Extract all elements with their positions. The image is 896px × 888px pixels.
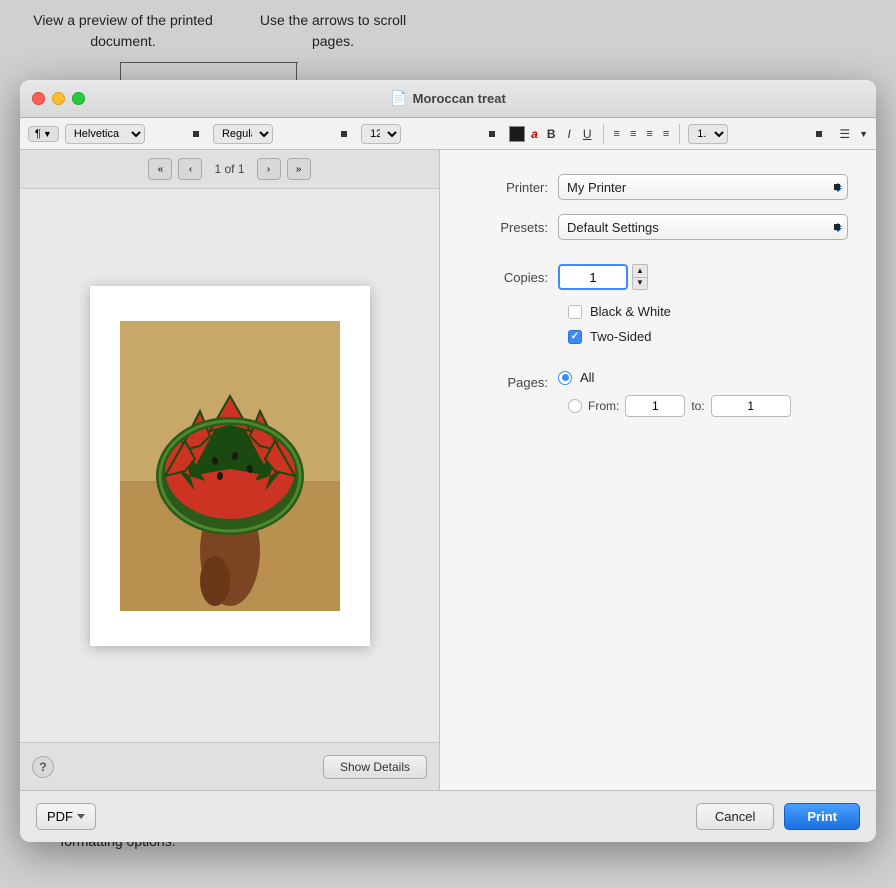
pages-label: Pages: — [468, 375, 558, 390]
minimize-button[interactable] — [52, 92, 65, 105]
printer-row: Printer: My Printer — [468, 174, 848, 200]
pages-from-input[interactable] — [625, 395, 685, 417]
presets-label: Presets: — [468, 220, 558, 235]
pages-from-radio[interactable] — [568, 399, 582, 413]
main-content: « ‹ 1 of 1 › » — [20, 150, 876, 790]
page-nav: « ‹ 1 of 1 › » — [20, 150, 439, 189]
spacer-1 — [468, 254, 848, 264]
pages-row: Pages: All — [468, 370, 848, 395]
pdf-button[interactable]: PDF — [36, 803, 96, 830]
callout-line-preview-h — [120, 62, 240, 63]
copies-decrement-btn[interactable]: ▼ — [632, 277, 648, 291]
close-button[interactable] — [32, 92, 45, 105]
print-dialog-window: 📄 Moroccan treat ¶ ▼ Helvetica Regular 1… — [20, 80, 876, 842]
options-panel: Printer: My Printer Presets: Default S — [440, 150, 876, 790]
font-color-indicator: a — [531, 127, 538, 141]
copies-wrapper: ▲ ▼ — [558, 264, 648, 290]
annotation-preview: View a preview of the printed document. — [28, 10, 218, 52]
font-family-wrapper: Helvetica — [65, 124, 207, 144]
black-white-label: Black & White — [590, 304, 671, 319]
window-title: 📄 Moroccan treat — [390, 90, 506, 107]
bold-btn[interactable]: B — [544, 127, 559, 141]
toolbar-sep-1 — [603, 124, 604, 144]
printer-select-wrapper: My Printer — [558, 174, 848, 200]
font-style-wrapper: Regular — [213, 124, 355, 144]
pages-to-input[interactable] — [711, 395, 791, 417]
copies-row: Copies: ▲ ▼ — [468, 264, 848, 290]
font-family-select[interactable]: Helvetica — [65, 124, 145, 144]
pages-section: Pages: All From: to: — [468, 370, 848, 417]
traffic-lights — [32, 92, 85, 105]
preview-area — [20, 189, 439, 742]
preview-bottom-bar: ? Show Details — [20, 742, 439, 790]
pages-all-radio[interactable] — [558, 371, 572, 385]
page-indicator: 1 of 1 — [214, 162, 244, 176]
copies-label: Copies: — [468, 270, 558, 285]
printer-select[interactable]: My Printer — [558, 174, 848, 200]
preview-panel: « ‹ 1 of 1 › » — [20, 150, 440, 790]
pages-all-label: All — [580, 370, 594, 385]
maximize-button[interactable] — [72, 92, 85, 105]
font-size-wrapper: 12 — [361, 124, 503, 144]
toolbar: ¶ ▼ Helvetica Regular 12 a B I U ≡ ≡ ≡ ≡ — [20, 118, 876, 150]
copies-stepper: ▲ ▼ — [632, 264, 648, 290]
first-page-btn[interactable]: « — [148, 158, 172, 180]
paragraph-btn[interactable]: ¶ ▼ — [28, 126, 59, 142]
justify-icon[interactable]: ≡ — [661, 128, 671, 140]
align-right-icon[interactable]: ≡ — [644, 128, 654, 140]
presets-select[interactable]: Default Settings — [558, 214, 848, 240]
show-details-button[interactable]: Show Details — [323, 755, 427, 779]
cancel-button[interactable]: Cancel — [696, 803, 774, 830]
two-sided-label: Two-Sided — [590, 329, 651, 344]
copies-increment-btn[interactable]: ▲ — [632, 264, 648, 277]
color-well[interactable] — [509, 126, 525, 142]
pages-to-label: to: — [691, 399, 704, 413]
pages-from-label: From: — [588, 399, 619, 413]
print-button[interactable]: Print — [784, 803, 860, 830]
black-white-checkbox[interactable] — [568, 305, 582, 319]
font-size-select[interactable]: 12 — [361, 124, 401, 144]
next-page-btn[interactable]: › — [257, 158, 281, 180]
line-spacing-wrapper: 1.0 — [688, 124, 830, 144]
dialog-bottom-bar: PDF Cancel Print — [20, 790, 876, 842]
pages-controls: All — [558, 370, 594, 395]
font-style-select[interactable]: Regular — [213, 124, 273, 144]
annotation-arrows: Use the arrows to scroll pages. — [248, 10, 418, 52]
titlebar: 📄 Moroccan treat — [20, 80, 876, 118]
line-spacing-select[interactable]: 1.0 — [688, 124, 728, 144]
pages-from-row: From: to: — [568, 395, 848, 417]
black-white-row: Black & White — [568, 304, 848, 319]
page-preview — [90, 286, 370, 646]
align-center-icon[interactable]: ≡ — [628, 128, 638, 140]
pdf-dropdown-arrow — [77, 814, 85, 819]
italic-btn[interactable]: I — [565, 127, 574, 141]
pages-all-row: All — [558, 370, 594, 385]
help-button[interactable]: ? — [32, 756, 54, 778]
two-sided-row: Two-Sided — [568, 329, 848, 344]
two-sided-checkbox[interactable] — [568, 330, 582, 344]
printer-label: Printer: — [468, 180, 558, 195]
list-icon[interactable]: ☰ — [836, 127, 853, 141]
toolbar-sep-2 — [679, 124, 680, 144]
doc-icon: 📄 — [390, 90, 407, 107]
presets-row: Presets: Default Settings — [468, 214, 848, 240]
spacer-2 — [468, 354, 848, 364]
callout-line-arrows-h — [240, 62, 298, 63]
preview-image — [120, 321, 340, 611]
copies-input[interactable] — [558, 264, 628, 290]
list-dropdown-icon[interactable]: ▼ — [859, 129, 868, 139]
prev-page-btn[interactable]: ‹ — [178, 158, 202, 180]
underline-btn[interactable]: U — [580, 127, 595, 141]
align-left-icon[interactable]: ≡ — [612, 128, 622, 140]
last-page-btn[interactable]: » — [287, 158, 311, 180]
presets-select-wrapper: Default Settings — [558, 214, 848, 240]
